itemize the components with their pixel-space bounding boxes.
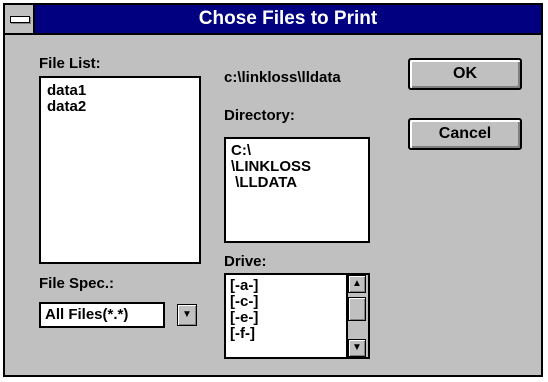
drive-item[interactable]: [-c-]	[230, 294, 346, 310]
directory-item[interactable]: \LINKLOSS	[231, 159, 363, 175]
directory-label: Directory:	[224, 107, 295, 124]
file-list-label: File List:	[39, 55, 101, 72]
arrow-down-icon: ▼	[352, 342, 362, 353]
system-menu-icon[interactable]	[5, 5, 35, 33]
file-spec-select[interactable]: All Files(*.*)	[39, 302, 165, 328]
file-spec-dropdown-button[interactable]: ▼	[177, 304, 197, 326]
title-bar: Chose Files to Print	[5, 5, 541, 35]
file-spec-value: All Files(*.*)	[45, 306, 129, 323]
drive-scrollbar[interactable]: ▲ ▼	[346, 275, 368, 357]
current-path: c:\linkloss\lldata	[224, 69, 341, 86]
directory-list[interactable]: C:\ \LINKLOSS \LLDATA	[224, 137, 370, 243]
file-list[interactable]: data1 data2	[39, 76, 201, 264]
file-spec-label: File Spec.:	[39, 275, 115, 292]
drive-label: Drive:	[224, 253, 267, 270]
scroll-thumb[interactable]	[348, 297, 366, 321]
chevron-down-icon: ▼	[182, 309, 192, 320]
ok-button[interactable]: OK	[408, 58, 522, 90]
print-files-dialog: Chose Files to Print File List: data1 da…	[3, 3, 543, 377]
drive-item[interactable]: [-a-]	[230, 278, 346, 294]
arrow-up-icon: ▲	[352, 278, 362, 289]
directory-item[interactable]: C:\	[231, 143, 363, 159]
drive-item[interactable]: [-f-]	[230, 326, 346, 342]
file-list-item[interactable]: data1	[47, 83, 193, 99]
cancel-button[interactable]: Cancel	[408, 118, 522, 150]
drive-list[interactable]: [-a-] [-c-] [-e-] [-f-] ▲ ▼	[224, 273, 370, 359]
file-list-item[interactable]: data2	[47, 99, 193, 115]
scroll-down-button[interactable]: ▼	[348, 339, 366, 357]
scroll-up-button[interactable]: ▲	[348, 275, 366, 293]
drive-item[interactable]: [-e-]	[230, 310, 346, 326]
directory-item[interactable]: \LLDATA	[231, 175, 363, 191]
dialog-title: Chose Files to Print	[198, 8, 378, 29]
